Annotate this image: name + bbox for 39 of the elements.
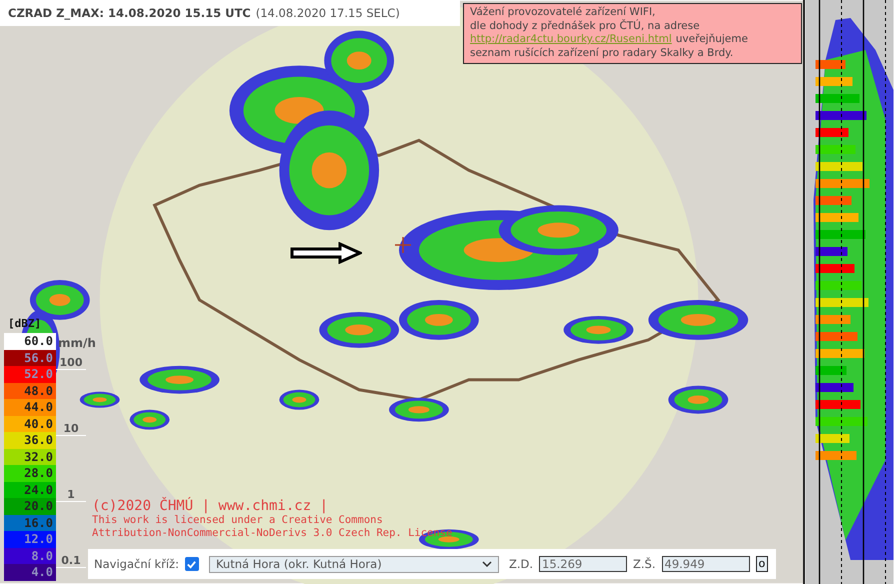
chevron-icon [482,561,492,567]
legend-swatch: 48.0 [4,382,56,399]
legend-swatch: 4.0 [4,564,56,580]
go-button[interactable]: o [756,556,768,572]
license-text: This work is licensed under a Creative Commons [92,514,384,527]
legend-swatch: 44.0 [4,399,56,416]
scale-tick: 1 [56,488,86,502]
legend-swatch: 12.0 [4,531,56,548]
legend-swatch: 40.0 [4,416,56,432]
legend-swatch: 36.0 [4,432,56,448]
license-text: Attribution-NonCommercial-NoDerivs 3.0 Czech Rep. License [92,527,452,540]
scale-tick: 10 [56,422,86,436]
radar-title: CZRAD Z_MAX: 14.08.2020 15.15 UTC [8,6,251,20]
legend-swatch: 8.0 [4,548,56,564]
legend-swatch: 24.0 [4,482,56,498]
legend-swatch: 16.0 [4,514,56,531]
notice-text: uveřejňujeme [676,33,748,46]
legend-swatch: 28.0 [4,465,56,482]
longitude-field[interactable]: 15.269 [539,556,627,572]
legend-swatch: 32.0 [4,448,56,465]
notice-text: seznam rušících zařízení pro radary Skalky a Brdy. [470,46,734,60]
legend-swatch: 52.0 [4,366,56,382]
cross-label: Navigační kříž: [94,557,179,571]
notice-text: Vážení provozovatelé zařízení WIFI, [470,6,656,19]
legend-swatch: 56.0 [4,350,56,366]
place-dropdown[interactable]: Kutná Hora (okr. Kutná Hora) [208,556,499,572]
notice-text: dle dohody z přednášek pro ČTÚ, na adrese [470,20,701,33]
longitude-label: Z.D. [508,557,533,571]
cross-checkbox[interactable] [184,557,199,571]
local-time: (14.08.2020 17.15 SELC) [256,6,400,20]
scale-tick: 100 [56,356,86,370]
arrow-icon [290,242,362,264]
copyright-text: (c)2020 ČHMÚ | www.chmi.cz | [92,498,330,514]
legend-swatch: 60.0 [4,333,56,350]
scale-tick: 0.1 [56,554,86,568]
latitude-field[interactable]: 49.949 [662,556,750,572]
latitude-label: Z.Š. [633,557,656,571]
legend-swatch: 20.0 [4,498,56,514]
crosshair-icon [395,237,411,253]
